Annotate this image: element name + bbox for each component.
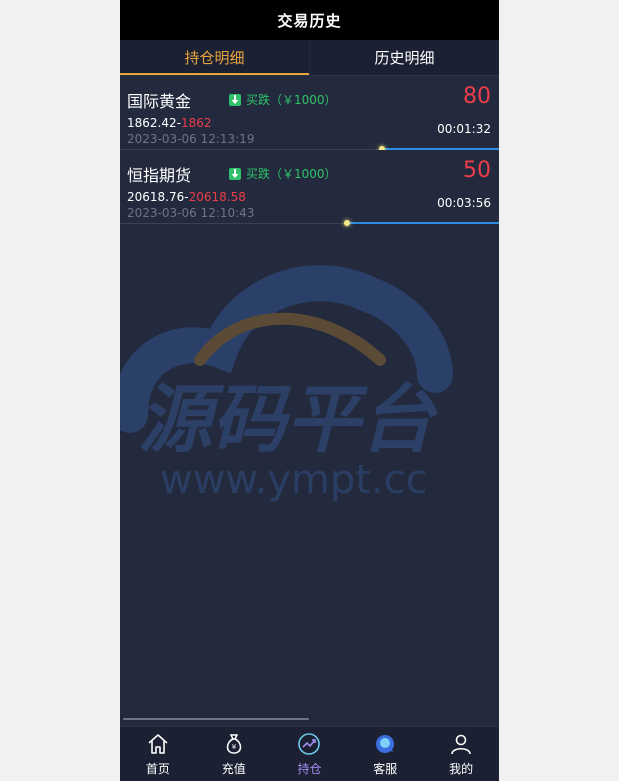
countdown-value: 80 bbox=[463, 84, 491, 109]
arrow-down-icon bbox=[229, 167, 241, 180]
cloud-shape bbox=[120, 265, 453, 433]
tab-history-label: 历史明细 bbox=[374, 49, 435, 67]
customer-service-icon bbox=[372, 731, 398, 757]
tab-positions[interactable]: 持仓明细 bbox=[120, 40, 309, 75]
nav-service[interactable]: 客服 bbox=[347, 727, 423, 781]
direction-label: 买跌（￥1000） bbox=[246, 167, 337, 181]
countdown-value: 50 bbox=[463, 158, 491, 183]
open-price: 20618.76- bbox=[127, 190, 189, 204]
position-row[interactable]: 国际黄金 买跌（￥1000） 1862.42-1862 2023-03-06 1… bbox=[120, 76, 499, 152]
cloud-arc bbox=[194, 312, 386, 366]
instrument-name: 恒指期货 bbox=[127, 166, 192, 185]
nav-positions-label: 持仓 bbox=[297, 762, 322, 776]
tab-history[interactable]: 历史明细 bbox=[309, 40, 499, 75]
direction-tag: 买跌（￥1000） bbox=[229, 91, 337, 108]
elapsed-timer: 00:01:32 bbox=[437, 122, 491, 136]
instrument-name: 国际黄金 bbox=[127, 92, 192, 111]
bottom-nav: 首页 ¥ 充值 持仓 客服 我的 bbox=[120, 726, 499, 781]
app-screen: 交易历史 持仓明细 历史明细 国际黄金 买跌（￥1000） 1862.42-18… bbox=[120, 0, 499, 781]
price-range: 1862.42-1862 bbox=[127, 116, 212, 130]
svg-text:¥: ¥ bbox=[231, 743, 236, 751]
nav-mine-label: 我的 bbox=[449, 762, 474, 776]
nav-mine[interactable]: 我的 bbox=[423, 727, 499, 781]
home-icon bbox=[145, 731, 171, 757]
position-row[interactable]: 恒指期货 买跌（￥1000） 20618.76-20618.58 2023-03… bbox=[120, 150, 499, 226]
current-price: 1862 bbox=[180, 116, 212, 130]
progress-dot bbox=[344, 220, 351, 226]
direction-tag: 买跌（￥1000） bbox=[229, 165, 337, 182]
progress-bar bbox=[347, 222, 499, 224]
arrow-down-icon bbox=[229, 93, 241, 106]
user-icon bbox=[448, 731, 474, 757]
top-bar: 交易历史 bbox=[120, 0, 499, 40]
nav-home-label: 首页 bbox=[145, 762, 170, 776]
page-title: 交易历史 bbox=[277, 11, 342, 30]
elapsed-timer: 00:03:56 bbox=[437, 196, 491, 210]
current-price: 20618.58 bbox=[188, 190, 246, 204]
open-time: 2023-03-06 12:10:43 bbox=[127, 206, 255, 220]
watermark-url: www.ympt.cc bbox=[160, 457, 428, 503]
tab-bar: 持仓明细 历史明细 bbox=[120, 40, 499, 76]
open-time: 2023-03-06 12:13:19 bbox=[127, 132, 255, 146]
positions-list: 国际黄金 买跌（￥1000） 1862.42-1862 2023-03-06 1… bbox=[120, 76, 499, 226]
watermark-logo: 源码平台 www.ympt.cc bbox=[120, 265, 453, 503]
direction-label: 买跌（￥1000） bbox=[246, 93, 337, 107]
money-bag-icon: ¥ bbox=[221, 731, 247, 757]
open-price: 1862.42- bbox=[127, 116, 181, 130]
nav-home[interactable]: 首页 bbox=[120, 727, 196, 781]
nav-recharge-label: 充值 bbox=[221, 762, 246, 776]
price-range: 20618.76-20618.58 bbox=[127, 190, 246, 204]
scrollbar[interactable] bbox=[123, 718, 309, 720]
watermark-title: 源码平台 bbox=[138, 377, 438, 463]
nav-recharge[interactable]: ¥ 充值 bbox=[196, 727, 272, 781]
chart-trend-icon bbox=[296, 731, 322, 757]
nav-service-label: 客服 bbox=[373, 762, 398, 776]
tab-positions-label: 持仓明细 bbox=[184, 49, 245, 67]
nav-positions[interactable]: 持仓 bbox=[272, 727, 348, 781]
